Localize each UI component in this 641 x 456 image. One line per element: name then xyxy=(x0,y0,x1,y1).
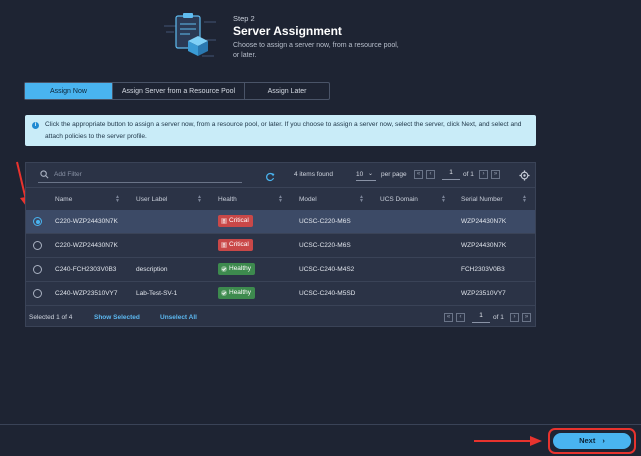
annotation-arrow-right-icon xyxy=(474,434,544,453)
table-row[interactable]: C240-WZP23510VY7 Lab-Test-SV-1 Healthy U… xyxy=(26,282,535,306)
first-page-button[interactable]: « xyxy=(444,313,453,322)
refresh-icon[interactable] xyxy=(265,169,275,187)
health-label: Healthy xyxy=(229,289,252,296)
cell-name: C240-FCH2303V0B3 xyxy=(55,266,117,273)
cell-user-label: Lab-Test-SV-1 xyxy=(136,290,178,297)
healthy-check-icon xyxy=(221,266,227,272)
info-banner-text: Click the appropriate button to assign a… xyxy=(45,121,522,140)
selected-count: Selected 1 of 4 xyxy=(29,314,73,321)
server-assignment-illustration-icon xyxy=(162,10,218,66)
chevron-down-icon: ⌄ xyxy=(368,171,374,177)
health-label: Healthy xyxy=(229,265,252,272)
next-page-button[interactable]: › xyxy=(510,313,519,322)
next-page-button[interactable]: › xyxy=(479,170,488,179)
cell-model: UCSC-C240-M4S2 xyxy=(299,266,355,273)
row-select-radio[interactable] xyxy=(33,217,42,226)
table-row[interactable]: C240-FCH2303V0B3 description Healthy UCS… xyxy=(26,258,535,282)
page-description: Choose to assign a server now, from a re… xyxy=(233,42,399,59)
unselect-all-link[interactable]: Unselect All xyxy=(160,314,197,321)
prev-page-button[interactable]: ‹ xyxy=(426,170,435,179)
health-label: Critical xyxy=(229,241,249,248)
prev-page-button[interactable]: ‹ xyxy=(456,313,465,322)
info-icon: i xyxy=(32,122,39,129)
first-page-button[interactable]: « xyxy=(414,170,423,179)
status-badge: Healthy xyxy=(218,263,256,275)
table-header: Name ▲ ▼ User Label ▲ ▼ Health ▲ ▼ Model ▲ ▼… xyxy=(26,187,535,211)
page-title: Server Assignment xyxy=(233,24,342,38)
filter-input[interactable]: Add Filter xyxy=(38,168,242,183)
sort-icon[interactable]: ▲ ▼ xyxy=(522,195,527,204)
search-icon xyxy=(40,170,49,179)
health-label: Critical xyxy=(229,217,249,224)
cell-model: UCSC-C240-M5SD xyxy=(299,290,356,297)
column-header-model[interactable]: Model xyxy=(299,196,317,203)
step-label: Step 2 xyxy=(233,14,255,23)
tab-assign-now[interactable]: Assign Now xyxy=(25,83,113,99)
critical-icon xyxy=(221,218,227,224)
last-page-button[interactable]: » xyxy=(522,313,531,322)
healthy-check-icon xyxy=(221,290,227,296)
last-page-button[interactable]: » xyxy=(491,170,500,179)
tab-assign-later[interactable]: Assign Later xyxy=(245,83,329,99)
status-badge: Critical xyxy=(218,215,253,227)
info-banner: i Click the appropriate button to assign… xyxy=(25,115,536,146)
cell-model: UCSC-C220-M6S xyxy=(299,242,351,249)
table-row[interactable]: C220-WZP24430N7K Critical UCSC-C220-M6S … xyxy=(26,210,535,234)
table-row[interactable]: C220-WZP24430N7K Critical UCSC-C220-M6S … xyxy=(26,234,535,258)
cell-user-label: description xyxy=(136,266,168,273)
row-select-radio[interactable] xyxy=(33,265,42,274)
cell-model: UCSC-C220-M6S xyxy=(299,218,351,225)
page-of-label: of 1 xyxy=(493,314,504,321)
cell-serial-number: FCH2303V0B3 xyxy=(461,266,505,273)
assignment-tabs: Assign Now Assign Server from a Resource… xyxy=(24,82,330,100)
critical-icon xyxy=(221,242,227,248)
per-page-select[interactable]: 10 ⌄ xyxy=(356,168,376,181)
show-selected-link[interactable]: Show Selected xyxy=(94,314,140,321)
cell-name: C240-WZP23510VY7 xyxy=(55,290,118,297)
per-page-label: per page xyxy=(381,171,407,178)
sort-icon[interactable]: ▲ ▼ xyxy=(278,195,283,204)
row-select-radio[interactable] xyxy=(33,289,42,298)
cell-serial-number: WZP24430N7K xyxy=(461,242,507,249)
table-footer: Selected 1 of 4 Show Selected Unselect A… xyxy=(26,309,535,327)
tab-assign-from-resource-pool[interactable]: Assign Server from a Resource Pool xyxy=(113,83,246,99)
cell-serial-number: WZP24430N7K xyxy=(461,218,507,225)
sort-icon[interactable]: ▲ ▼ xyxy=(359,195,364,204)
column-header-health[interactable]: Health xyxy=(218,196,237,203)
per-page-value: 10 xyxy=(356,171,364,178)
column-header-ucs-domain[interactable]: UCS Domain xyxy=(380,196,418,203)
footer-divider xyxy=(0,424,641,425)
filter-placeholder: Add Filter xyxy=(54,171,82,178)
sort-icon[interactable]: ▲ ▼ xyxy=(115,195,120,204)
page-number-input[interactable]: 1 xyxy=(442,167,460,180)
sort-icon[interactable]: ▲ ▼ xyxy=(441,195,446,204)
chevron-right-icon: › xyxy=(602,436,605,445)
next-button-label: Next xyxy=(579,436,596,445)
page-of-label: of 1 xyxy=(463,171,474,178)
column-header-serial-number[interactable]: Serial Number xyxy=(461,196,503,203)
settings-gear-icon[interactable] xyxy=(519,168,530,186)
cell-name: C220-WZP24430N7K xyxy=(55,242,118,249)
table-toolbar: Add Filter 4 items found 10 ⌄ per page «… xyxy=(26,163,535,185)
items-found-count: 4 items found xyxy=(294,171,334,178)
cell-name: C220-WZP24430N7K xyxy=(55,218,118,225)
cell-serial-number: WZP23510VY7 xyxy=(461,290,506,297)
status-badge: Healthy xyxy=(218,287,256,299)
page-number-input[interactable]: 1 xyxy=(472,310,490,323)
status-badge: Critical xyxy=(218,239,253,251)
sort-icon[interactable]: ▲ ▼ xyxy=(197,195,202,204)
column-header-name[interactable]: Name xyxy=(55,196,72,203)
server-table-card: Add Filter 4 items found 10 ⌄ per page «… xyxy=(25,162,536,327)
row-select-radio[interactable] xyxy=(33,241,42,250)
column-header-user-label[interactable]: User Label xyxy=(136,196,167,203)
next-button[interactable]: Next › xyxy=(553,433,631,449)
